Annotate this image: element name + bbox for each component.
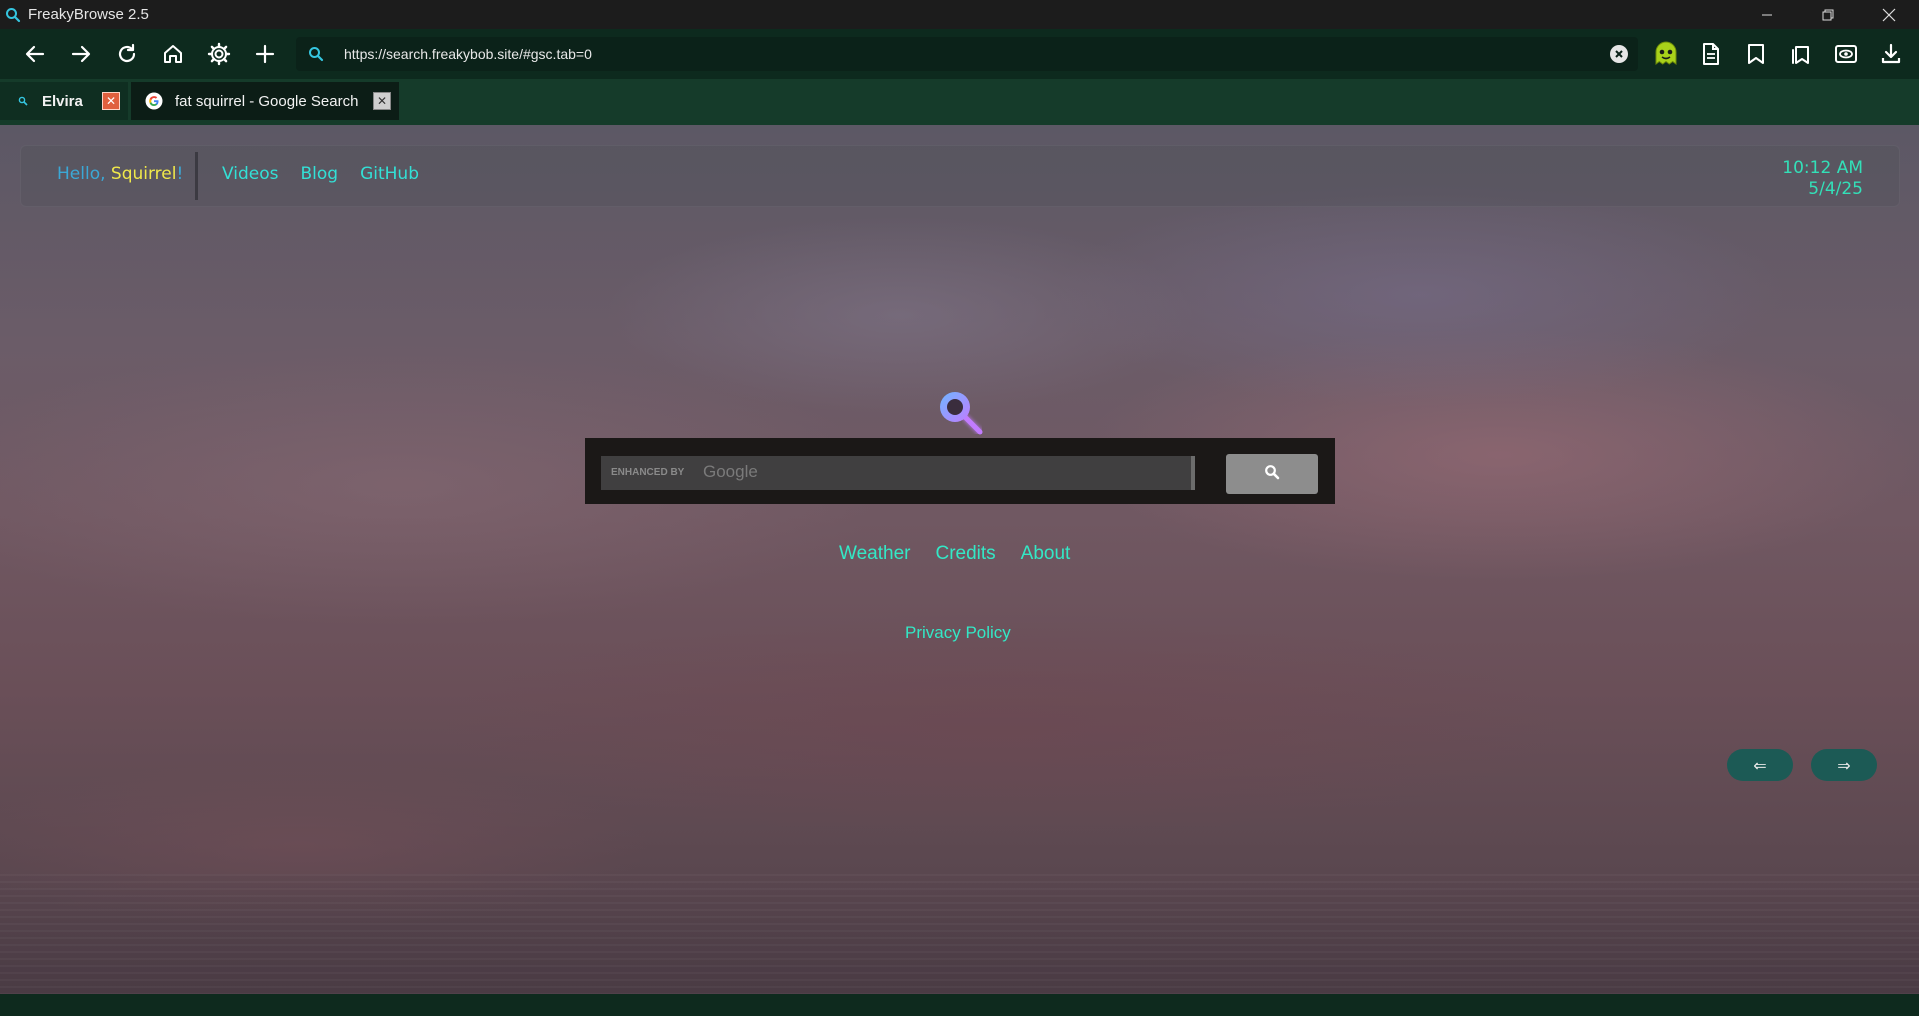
greeting-prefix: Hello, <box>57 164 111 184</box>
browser-toolbar: https://search.freakybob.site/#gsc.tab=0 <box>0 29 1919 79</box>
search-favicon-icon <box>12 96 34 106</box>
title-bar: FreakyBrowse 2.5 <box>0 0 1919 29</box>
footer-links: Weather Credits About <box>839 543 1070 565</box>
extension-ghost-button[interactable] <box>1643 31 1688 77</box>
nav-link-blog[interactable]: Blog <box>301 164 339 184</box>
page-icon[interactable] <box>1688 31 1733 77</box>
search-icon <box>308 46 328 62</box>
tab-strip: Elvira ✕ fat squirrel - Google Search ✕ <box>0 79 1919 125</box>
nav-links: Videos Blog GitHub <box>222 164 419 184</box>
nav-divider <box>195 152 198 200</box>
greeting: Hello, Squirrel! <box>57 164 183 184</box>
clock-time: 10:12 AM <box>1782 158 1863 178</box>
settings-button[interactable] <box>196 31 242 77</box>
address-bar[interactable]: https://search.freakybob.site/#gsc.tab=0 <box>296 37 1638 71</box>
clear-url-icon[interactable] <box>1610 45 1628 63</box>
link-privacy-policy[interactable]: Privacy Policy <box>905 623 1011 643</box>
reader-view-icon[interactable] <box>1823 31 1868 77</box>
google-label: Google <box>703 462 758 481</box>
minimize-button[interactable] <box>1736 0 1797 29</box>
search-icon <box>1264 464 1280 484</box>
greeting-suffix: ! <box>176 164 184 184</box>
search-box: ENHANCED BY Google <box>585 438 1335 504</box>
restore-button[interactable] <box>1797 0 1858 29</box>
status-bar <box>0 994 1919 1016</box>
next-button[interactable]: ⇒ <box>1811 749 1877 781</box>
top-navigation: Hello, Squirrel! Videos Blog GitHub 10:1… <box>20 145 1900 207</box>
window-title: FreakyBrowse 2.5 <box>28 6 149 23</box>
google-favicon-icon <box>143 92 165 110</box>
tab-label: Elvira <box>42 92 83 110</box>
tab-label: fat squirrel - Google Search <box>175 92 359 110</box>
nav-link-videos[interactable]: Videos <box>222 164 279 184</box>
link-about[interactable]: About <box>1021 543 1071 565</box>
page-viewport: Hello, Squirrel! Videos Blog GitHub 10:1… <box>0 125 1919 994</box>
site-logo-magnifier-icon <box>935 387 991 443</box>
link-weather[interactable]: Weather <box>839 543 910 565</box>
clock-date: 5/4/25 <box>1808 179 1863 199</box>
search-button[interactable] <box>1226 454 1318 494</box>
download-icon[interactable] <box>1868 31 1913 77</box>
reload-button[interactable] <box>104 31 150 77</box>
background-water <box>0 874 1919 994</box>
link-credits[interactable]: Credits <box>935 543 995 565</box>
previous-button[interactable]: ⇐ <box>1727 749 1793 781</box>
bookmark-icon[interactable] <box>1733 31 1778 77</box>
forward-button[interactable] <box>58 31 104 77</box>
new-tab-button[interactable] <box>242 31 288 77</box>
enhanced-by-label: ENHANCED BY <box>611 467 685 478</box>
greeting-username: Squirrel <box>110 164 177 184</box>
tab-google-search[interactable]: fat squirrel - Google Search ✕ <box>131 82 399 120</box>
home-button[interactable] <box>150 31 196 77</box>
back-button[interactable] <box>12 31 58 77</box>
close-window-button[interactable] <box>1858 0 1919 29</box>
search-input[interactable]: ENHANCED BY Google <box>601 456 1195 490</box>
clock: 10:12 AM 5/4/25 <box>1782 158 1863 200</box>
nav-link-github[interactable]: GitHub <box>360 164 419 184</box>
bookmarks-list-icon[interactable] <box>1778 31 1823 77</box>
tab-elvira[interactable]: Elvira ✕ <box>0 82 128 120</box>
url-text[interactable]: https://search.freakybob.site/#gsc.tab=0 <box>344 46 592 62</box>
app-logo-icon <box>4 6 22 24</box>
close-tab-icon[interactable]: ✕ <box>102 92 120 110</box>
close-tab-icon[interactable]: ✕ <box>373 92 391 110</box>
